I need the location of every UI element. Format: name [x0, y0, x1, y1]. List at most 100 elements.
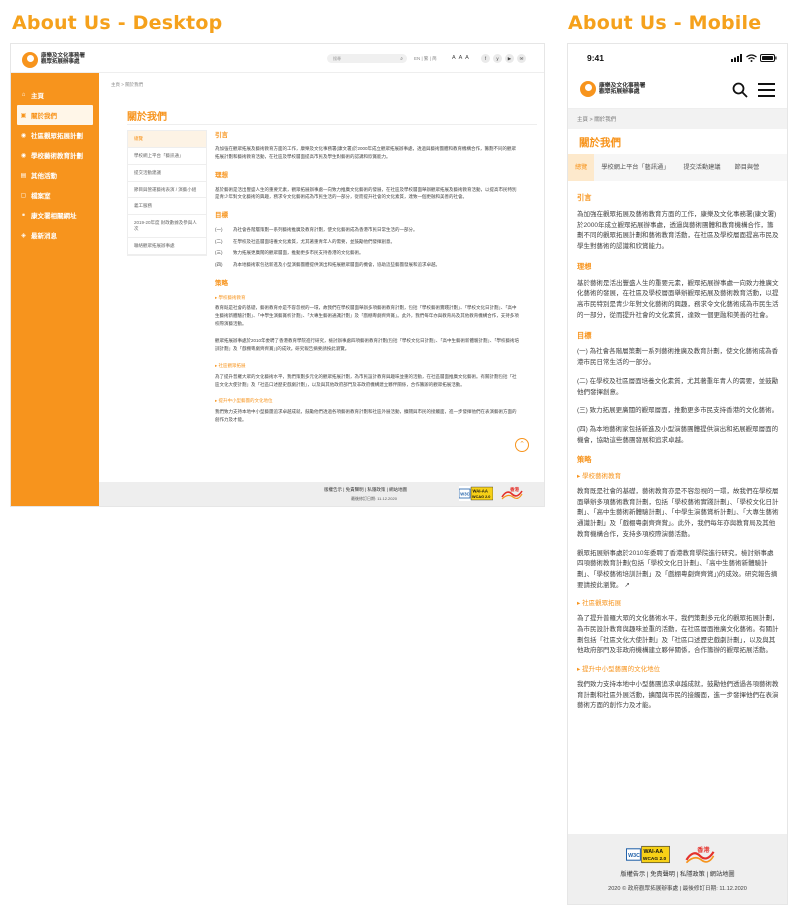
wcag-top-label: WAI-AA	[644, 849, 664, 855]
strategy-sub-arts-groups[interactable]: ▸ 提升中小型藝團的文化地位	[215, 397, 520, 405]
facebook-icon[interactable]: f	[481, 54, 490, 63]
desktop-section-heading: About Us - Desktop	[12, 12, 223, 34]
mobile-article: 引言 為加強在觀眾拓展及藝術教育方面的工作，康樂及文化事務署(康文署)於2000…	[577, 192, 779, 720]
objectives-heading: 目標	[215, 212, 228, 220]
strategy-sub-community[interactable]: ▸ 社區觀眾拓展	[577, 599, 779, 610]
objective-item: (四) 為本地藝術家包括新進及小型演藝團體提供演出和拓展觀眾層面的機會，協助這些藝…	[215, 261, 520, 269]
strategy-sub-school[interactable]: ▸ 學校藝術教育	[577, 472, 779, 483]
breadcrumb[interactable]: 主頁 > 關於我們	[568, 109, 787, 129]
strategy-sub-community[interactable]: ▸ 社區觀眾拓展	[215, 362, 520, 370]
toc-item[interactable]: 提交活動建議	[128, 165, 206, 182]
strategy-sub-school[interactable]: ▸ 學校藝術教育	[215, 294, 520, 302]
toc-item[interactable]: 義工服務	[128, 198, 206, 216]
sidebar-item-links[interactable]: ⚭ 康文署相關網址	[11, 205, 99, 225]
objective-item: (三) 致力拓展更廣闊的觀眾層面，推動更多市民支持香港的文化藝術。	[577, 407, 779, 415]
youtube-icon[interactable]: y	[493, 54, 502, 63]
sidebar-item-community[interactable]: ◉ 社區觀眾拓展計劃	[11, 125, 99, 145]
brand-hk-icon[interactable]: 香港	[678, 845, 722, 864]
intro-text: 為加強在觀眾拓展及藝術教育方面的工作，康樂及文化事務署(康文署)於2000年成立…	[215, 146, 517, 160]
toc-item[interactable]: 節目與營運藝術表演 / 演藝小組	[128, 182, 206, 199]
news-icon: ◈	[21, 232, 26, 239]
social-links: f y ▶ ✉	[481, 54, 526, 63]
site-logo[interactable]: 康樂及文化事務署 觀眾拓展辦事處	[22, 52, 85, 68]
font-size-switcher[interactable]: A A A	[452, 55, 470, 61]
objective-key: (二)	[215, 238, 223, 244]
strategy-research-text: 觀眾拓展辦事處於2010年委聘了香港教育學院進行研究，檢討辦事處四項藝術教育計劃…	[577, 549, 779, 592]
sidebar-item-label: 檔案室	[31, 193, 51, 200]
wcag-bottom-label: WCAG 2.0	[643, 856, 667, 862]
back-to-top-icon[interactable]: ⌃	[515, 438, 529, 452]
divider	[127, 124, 537, 125]
hamburger-menu-icon[interactable]	[758, 83, 775, 97]
email-icon[interactable]: ✉	[517, 54, 526, 63]
footer-links[interactable]: 版權告示 | 免責聲明 | 私隱政策 | 網站地圖	[568, 869, 787, 878]
strategy-arts-groups-text: 我們致力支持本地中小型藝團追求卓越成就，鼓勵他們透過各項藝術教育計劃和社區外展活…	[215, 409, 517, 423]
desktop-sidebar: ⌂ 主頁 ▣ 關於我們 ◉ 社區觀眾拓展計劃 ◉ 學校藝術教育計劃 ▤ 其他活動 ▢ 檔案室…	[11, 73, 99, 506]
wcag-badge-icon[interactable]: W3C WAI-AA WCAG 2.0	[626, 845, 670, 864]
status-bar: 9:41	[568, 44, 787, 71]
sidebar-item-news[interactable]: ◈ 最新消息	[11, 225, 99, 245]
sidebar-item-label: 最新消息	[31, 233, 57, 240]
toc-item[interactable]: 2019-20年度 財政數據及參與人次	[128, 215, 206, 238]
external-link-icon[interactable]: ↗	[624, 582, 629, 589]
footer-links[interactable]: 版權告示 | 免責聲明 | 私隱政策 | 網站地圖	[324, 487, 407, 493]
brand-hk-icon[interactable]: 香港	[501, 486, 523, 500]
site-logo[interactable]: 康樂及文化事務署 觀眾拓展辦事處	[580, 81, 645, 97]
wcag-badge-icon[interactable]: W3C WAI-AA WCAG 2.0	[459, 486, 493, 501]
tab-submit[interactable]: 提交活動建議	[676, 154, 727, 181]
sidebar-item-home[interactable]: ⌂ 主頁	[11, 85, 99, 105]
sidebar-item-other[interactable]: ▤ 其他活動	[11, 165, 99, 185]
tab-platform[interactable]: 學校網上平台「藝訊通」	[594, 154, 676, 181]
objective-text: 為社會各階層策劃一系列藝術推廣及教育計劃，使文化藝術成為香港市民日常生活的一部分…	[233, 226, 418, 232]
toc-item[interactable]: 學校網上平台「藝訊通」	[128, 148, 206, 165]
desktop-article: 引言 為加強在觀眾拓展及藝術教育方面的工作，康樂及文化事務署(康文署)於2000…	[215, 130, 520, 433]
mobile-section-heading: About Us - Mobile	[568, 12, 762, 34]
tab-overview[interactable]: 總覽	[568, 154, 595, 181]
strategy-sub-label: 學校藝術教育	[582, 473, 622, 481]
strategy-sub-label: 社區觀眾拓展	[582, 600, 622, 608]
search-icon[interactable]: ⌕	[400, 55, 403, 64]
strategy-school-text: 教育既是社會的基礎，藝術教育亦是不容忽視的一環，故我們在學校層面舉辦多項藝術教育…	[577, 488, 779, 538]
about-icon: ▣	[20, 112, 27, 119]
sidebar-item-label: 其他活動	[31, 173, 57, 180]
objective-text: 為本地藝術家包括新進及小型演藝團體提供演出和拓展觀眾層面的機會，協助這些藝團發展…	[233, 262, 440, 268]
org-name-line2: 觀眾拓展辦事處	[41, 59, 80, 65]
archive-icon: ▢	[20, 192, 27, 199]
strategy-community-text: 為了提升普羅大眾的文化藝術水平，我們策劃多元化的觀眾拓展計劃，為市民設計教育與趣…	[577, 615, 779, 655]
strategy-heading: 策略	[577, 455, 592, 465]
org-name-line2: 觀眾拓展辦事處	[599, 89, 640, 95]
logo-icon	[580, 81, 596, 97]
objective-item: (一) 為社會各階層策劃一系列藝術推廣及教育計劃，使文化藝術成為香港市民日常生活的…	[215, 226, 520, 234]
tab-programmes[interactable]: 節目與營	[728, 154, 767, 181]
sidebar-item-label: 關於我們	[31, 113, 57, 120]
objective-key: (四)	[215, 262, 223, 268]
sidebar-item-archive[interactable]: ▢ 檔案室	[11, 185, 99, 205]
strategy-sub-arts-groups[interactable]: ▸ 提升中小型藝團的文化地位	[577, 665, 779, 676]
breadcrumb[interactable]: 主頁 > 關於我們	[111, 82, 143, 88]
footer-updated: 最後修訂日期: 11.12.2020	[351, 496, 397, 501]
footer-badges: W3C WAI-AA WCAG 2.0 香港	[626, 845, 722, 864]
objective-item: (三) 致力拓展更廣闊的觀眾層面，推動更多市民支持香港的文化藝術。	[215, 249, 520, 257]
vision-heading: 理想	[215, 172, 228, 180]
desktop-content: 關於我們 總覽 學校網上平台「藝訊通」 提交活動建議 節目與營運藝術表演 / 演…	[111, 92, 544, 482]
footer-copyright: 2020 © 政府觀眾拓展辦事處 | 最後修訂日期: 11.12.2020	[608, 886, 747, 892]
toc-item[interactable]: 總覽	[128, 131, 206, 148]
objective-item: (四) 為本地藝術家包括新進及小型演藝團體提供演出和拓展觀眾層面的機會，協助這些…	[577, 425, 779, 444]
language-switcher[interactable]: EN | 繁 | 简	[414, 56, 437, 62]
sidebar-item-school[interactable]: ◉ 學校藝術教育計劃	[11, 145, 99, 165]
mobile-mockup: 9:41 康樂及文化事務署 觀眾拓展辦事處 主頁 > 關於我們 關於我們 總覽 …	[568, 44, 787, 904]
video-icon[interactable]: ▶	[505, 54, 514, 63]
objective-key: (三)	[215, 250, 223, 256]
mobile-header: 康樂及文化事務署 觀眾拓展辦事處	[568, 71, 787, 109]
desktop-footer: 版權告示 | 免責聲明 | 私隱政策 | 網站地圖 最後修訂日期: 11.12.…	[99, 482, 544, 506]
objective-item: (二) 在學校及社區層面培養文化素質，尤其著重青年人的需要，並鼓勵他們發揮創意。	[215, 238, 520, 246]
toc-item[interactable]: 聯絡觀眾拓展辦事處	[128, 238, 206, 255]
search-input[interactable]: 搜尋 ⌕	[327, 54, 407, 63]
w3c-label: W3C	[628, 853, 640, 859]
sidebar-item-about[interactable]: ▣ 關於我們	[17, 105, 93, 125]
link-icon: ⚭	[20, 212, 27, 219]
vision-heading: 理想	[577, 261, 592, 271]
search-icon[interactable]	[732, 82, 748, 98]
page-title: 關於我們	[579, 137, 621, 149]
strategy-heading: 策略	[215, 280, 228, 288]
